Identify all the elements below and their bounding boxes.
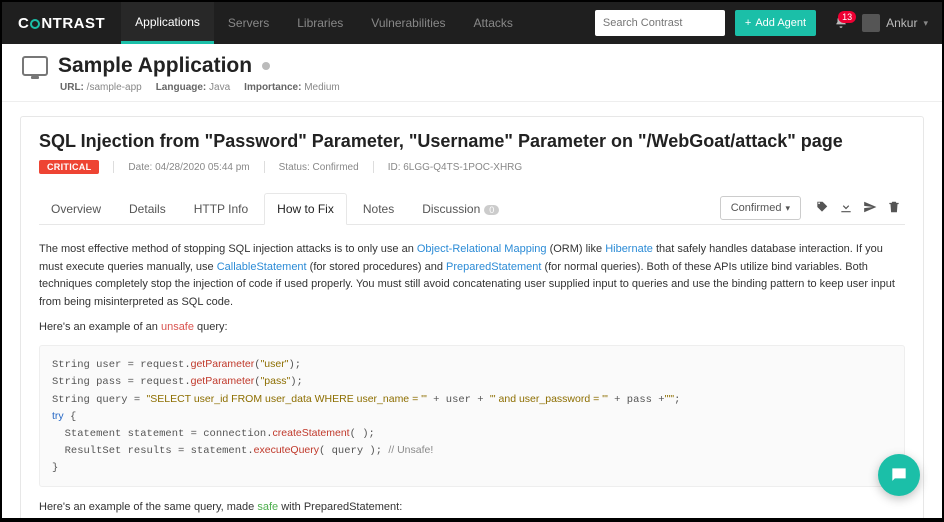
brand-left: C [18, 15, 29, 32]
top-nav: C NTRAST Applications Servers Libraries V… [2, 2, 942, 44]
fix-body: The most effective method of stopping SQ… [39, 241, 905, 518]
notifications-button[interactable]: 13 [826, 15, 856, 32]
status-dropdown[interactable]: Confirmed ▾ [720, 196, 801, 220]
app-header: Sample Application URL: /sample-app Lang… [2, 44, 942, 102]
nav-applications[interactable]: Applications [121, 2, 214, 44]
vuln-title: SQL Injection from "Password" Parameter,… [39, 131, 905, 152]
link-orm[interactable]: Object-Relational Mapping [417, 243, 547, 255]
link-hibernate[interactable]: Hibernate [605, 243, 653, 255]
severity-badge: CRITICAL [39, 160, 99, 174]
brand-right: NTRAST [41, 15, 105, 32]
nav-vulnerabilities[interactable]: Vulnerabilities [357, 2, 459, 44]
trash-icon[interactable] [887, 200, 901, 217]
vulnerability-card: SQL Injection from "Password" Parameter,… [20, 116, 924, 518]
tab-discussion[interactable]: Discussion0 [410, 194, 511, 224]
application-icon [22, 56, 48, 76]
user-name: Ankur [886, 16, 917, 30]
user-menu[interactable]: Ankur ▾ [856, 14, 942, 32]
brand-logo[interactable]: C NTRAST [2, 2, 121, 44]
brand-o-icon [30, 19, 40, 29]
discussion-count: 0 [484, 205, 499, 215]
app-status-dot-icon [262, 62, 270, 70]
download-icon[interactable] [839, 200, 853, 217]
chat-fab[interactable] [878, 454, 920, 496]
notif-badge: 13 [838, 11, 856, 23]
tab-bar: Overview Details HTTP Info How to Fix No… [39, 192, 905, 225]
safe-label: safe [257, 501, 278, 513]
nav-attacks[interactable]: Attacks [460, 2, 527, 44]
avatar-icon [862, 14, 880, 32]
tab-notes[interactable]: Notes [351, 194, 406, 224]
link-preparedstatement[interactable]: PreparedStatement [446, 261, 541, 273]
tab-overview[interactable]: Overview [39, 194, 113, 224]
search-input[interactable] [595, 10, 725, 36]
nav-servers[interactable]: Servers [214, 2, 283, 44]
code-unsafe: String user = request.getParameter("user… [39, 345, 905, 487]
chat-icon [889, 465, 909, 485]
link-callablestatement[interactable]: CallableStatement [217, 261, 307, 273]
caret-down-icon: ▾ [923, 18, 928, 29]
plus-icon: + [745, 17, 751, 29]
tab-how-to-fix[interactable]: How to Fix [264, 193, 347, 225]
nav-libraries[interactable]: Libraries [283, 2, 357, 44]
app-title: Sample Application [58, 54, 252, 78]
unsafe-label: unsafe [161, 321, 194, 333]
caret-down-icon: ▾ [785, 203, 790, 214]
tab-http-info[interactable]: HTTP Info [182, 194, 260, 224]
add-agent-button[interactable]: +Add Agent [735, 10, 816, 36]
send-icon[interactable] [863, 200, 877, 217]
tag-icon[interactable] [815, 200, 829, 217]
tab-details[interactable]: Details [117, 194, 178, 224]
vuln-meta: CRITICAL Date: 04/28/2020 05:44 pm Statu… [39, 160, 905, 174]
